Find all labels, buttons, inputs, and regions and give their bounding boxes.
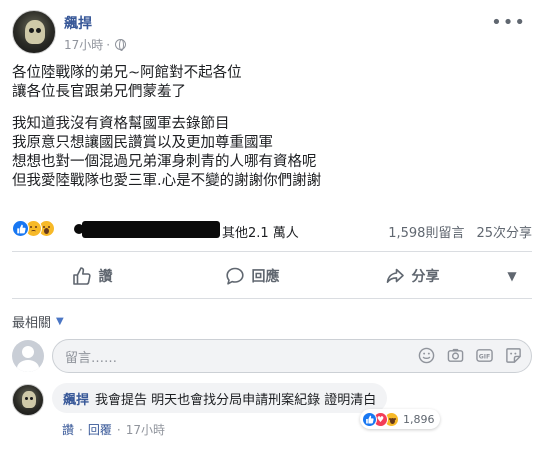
like-reaction-icon	[362, 411, 377, 427]
comment-text: 我會提告 明天也會找分局申請刑案紀錄 證明清白	[95, 392, 377, 408]
like-reaction-icon	[12, 220, 29, 237]
globe-icon[interactable]	[115, 39, 127, 51]
avatar-eye	[36, 28, 41, 33]
post-line: 我原意只想讓國民讚賞以及更加尊重國軍	[12, 135, 273, 151]
comment-reaction-count: 1,896	[403, 412, 435, 426]
comment-like-link[interactable]: 讚	[62, 421, 74, 438]
meta-separator: ·	[106, 37, 111, 52]
engagement-counts: 1,598則留言 25次分享	[388, 222, 532, 241]
post-line: 各位陸戰隊的弟兄~阿館對不起各位	[12, 65, 242, 81]
redacted-names	[82, 221, 220, 238]
comment-composer: 留言…… GIF	[12, 338, 532, 373]
avatar-skull-graphic	[22, 391, 36, 408]
post-line: 讓各位長官跟弟兄們蒙羞了	[12, 84, 186, 100]
post-stats: 其他2.1 萬人 1,598則留言 25次分享	[12, 220, 532, 242]
comment-bubble-icon	[225, 267, 244, 285]
like-label: 讚	[98, 269, 113, 285]
post-header: 飆捍 17小時 · •••	[12, 10, 532, 56]
reaction-summary[interactable]	[12, 220, 55, 237]
share-count[interactable]: 25次分享	[476, 222, 532, 241]
more-options-icon[interactable]: •••	[491, 12, 526, 33]
sort-label: 最相關	[12, 316, 52, 331]
comment-actions: 讚 · 回覆 · 17小時	[62, 421, 165, 438]
avatar-skull-graphic	[25, 20, 45, 44]
comment-button[interactable]: 回應	[172, 259, 332, 293]
gif-icon[interactable]: GIF	[476, 347, 493, 364]
post-author-name[interactable]: 飆捍	[64, 13, 92, 33]
commenter-avatar[interactable]	[12, 384, 44, 416]
comment-bubble: 飆捍 我會提告 明天也會找分局申請刑案紀錄 證明清白	[52, 383, 388, 413]
chevron-down-icon[interactable]: ▼	[492, 269, 532, 283]
composer-icons: GIF	[418, 347, 522, 364]
camera-icon[interactable]	[447, 347, 464, 364]
share-arrow-icon	[386, 268, 404, 283]
separator-dot: ·	[79, 422, 83, 437]
comment-label: 回應	[251, 269, 280, 285]
avatar-eye	[29, 28, 34, 33]
comment-author[interactable]: 飆捍	[63, 389, 89, 408]
like-button[interactable]: 讚	[12, 259, 172, 293]
post-meta: 17小時 ·	[64, 36, 127, 53]
svg-text:GIF: GIF	[479, 353, 491, 360]
avatar-eye	[25, 397, 28, 400]
share-label: 分享	[411, 269, 440, 285]
comment-input-placeholder: 留言……	[65, 350, 118, 366]
reaction-others-count[interactable]: 其他2.1 萬人	[222, 222, 299, 241]
post-time[interactable]: 17小時	[64, 36, 103, 53]
emoji-icon[interactable]	[418, 347, 435, 364]
sticker-icon[interactable]	[505, 347, 522, 364]
avatar-eye	[30, 397, 33, 400]
comment-count[interactable]: 1,598則留言	[388, 222, 464, 241]
comment-item: 飆捍 我會提告 明天也會找分局申請刑案紀錄 證明清白 1,896 讚 · 回覆 …	[12, 382, 532, 442]
share-button[interactable]: 分享	[332, 259, 492, 293]
caret-down-icon: ▼	[56, 316, 64, 327]
post-line: 想想也對一個混過兄弟渾身刺青的人哪有資格呢	[12, 154, 317, 170]
comment-time[interactable]: 17小時	[126, 421, 165, 438]
divider	[12, 251, 532, 252]
post-line: 我知道我沒有資格幫國軍去錄節目	[12, 116, 230, 132]
author-avatar[interactable]	[12, 10, 56, 54]
separator-dot: ·	[116, 422, 121, 437]
divider	[12, 298, 532, 299]
comment-reaction-summary[interactable]: 1,896	[360, 409, 440, 429]
post-line: 但我愛陸戰隊也愛三軍.心是不變的謝謝你們謝謝	[12, 173, 322, 189]
thumbs-up-icon	[72, 267, 91, 285]
post-action-bar: 讚 回應 分享 ▼	[12, 256, 532, 296]
post-body: 各位陸戰隊的弟兄~阿館對不起各位 讓各位長官跟弟兄們蒙羞了 我知道我沒有資格幫國…	[12, 64, 532, 191]
comment-reply-link[interactable]: 回覆	[88, 421, 112, 438]
current-user-avatar	[12, 340, 44, 372]
comment-sort-dropdown[interactable]: 最相關 ▼	[12, 312, 64, 331]
